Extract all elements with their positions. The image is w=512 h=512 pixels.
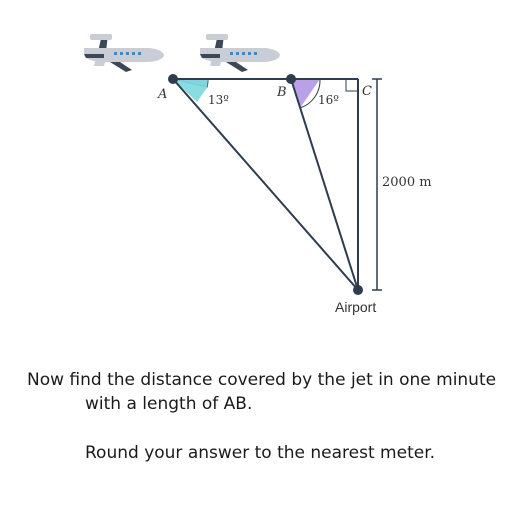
right-angle-marker bbox=[345, 78, 359, 92]
question-line-2: with a length of AB. bbox=[85, 394, 253, 414]
label-b: B bbox=[276, 85, 287, 100]
height-label: 2000 m bbox=[382, 175, 432, 190]
label-a: A bbox=[157, 87, 167, 102]
line-a-airport bbox=[172, 78, 359, 291]
line-b-airport bbox=[290, 78, 359, 291]
jet-icon bbox=[84, 34, 164, 72]
angle-b-label: 16º bbox=[318, 93, 339, 107]
label-c: C bbox=[362, 84, 372, 99]
point-airport bbox=[353, 285, 363, 295]
point-b bbox=[286, 74, 296, 84]
question-text: Now find the distance covered by the jet… bbox=[27, 368, 497, 416]
question-line-1: Now find the distance covered by the jet… bbox=[27, 370, 497, 390]
point-a bbox=[168, 74, 178, 84]
diagram: A B C 13º 16º 2000 m Airport bbox=[84, 34, 432, 315]
airport-label: Airport bbox=[335, 299, 376, 315]
angle-a-label: 13º bbox=[208, 93, 229, 107]
instruction-text: Round your answer to the nearest meter. bbox=[85, 443, 436, 463]
jet-icon bbox=[200, 34, 280, 72]
